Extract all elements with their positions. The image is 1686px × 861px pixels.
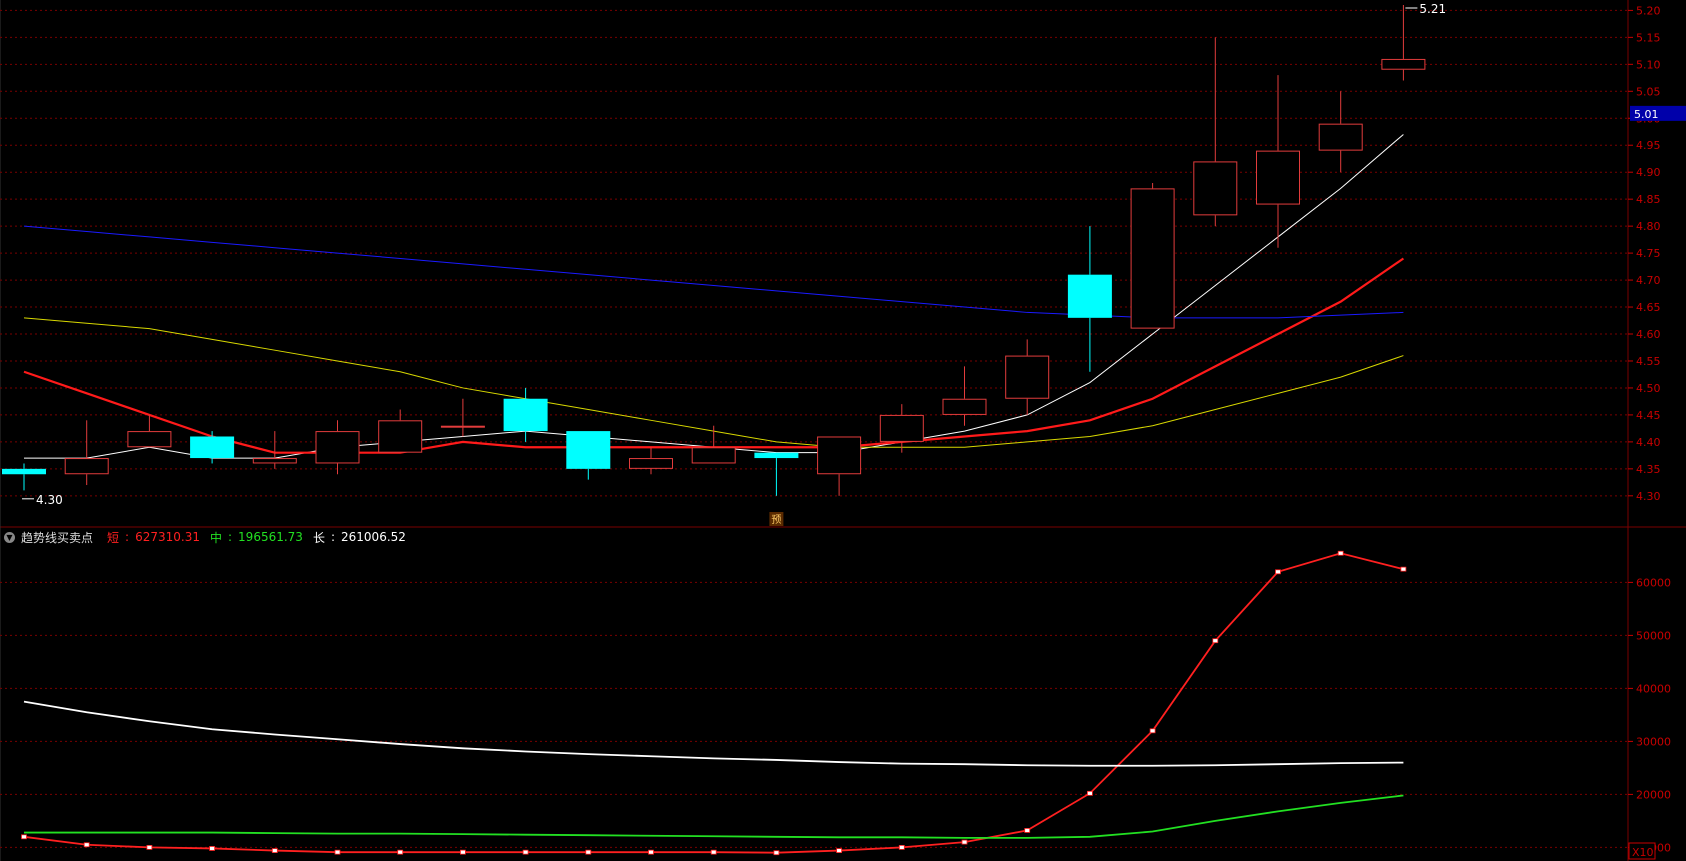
indicator-y-tick-label: 60000	[1636, 576, 1671, 589]
low-price-label: 4.30	[36, 493, 63, 507]
short-trend-point	[271, 848, 278, 853]
ma10-line	[23, 257, 1405, 454]
short-trend-point	[1212, 638, 1219, 644]
ma60-line	[23, 225, 1404, 319]
main-y-tick-label: 5.05	[1636, 85, 1661, 98]
candle-body-down	[566, 431, 611, 469]
candle-body-up	[378, 420, 423, 453]
main-y-tick-label: 5.20	[1636, 4, 1661, 17]
short-trend-point	[836, 848, 842, 853]
main-y-tick-label: 4.90	[1636, 166, 1661, 179]
mid-series-value: 196561.73	[238, 530, 303, 544]
scale-label: X10	[1632, 846, 1654, 859]
signal-marker-label: 预	[771, 514, 781, 526]
short-trend-point	[459, 849, 466, 855]
candle-body-down	[1067, 274, 1112, 318]
main-y-tick-label: 4.55	[1636, 355, 1661, 368]
indicator-title: 趋势线买卖点	[21, 530, 94, 545]
main-y-tick-label: 4.40	[1636, 436, 1661, 449]
current-price-label: 5.01	[1634, 108, 1659, 121]
short-trend-point	[1337, 550, 1344, 556]
candle-body-up	[879, 414, 924, 442]
candle-body-down	[190, 436, 235, 459]
candle-body-down	[2, 468, 46, 475]
main-y-tick-label: 4.45	[1636, 409, 1661, 422]
candle-body-up	[1318, 123, 1363, 151]
main-y-tick-label: 5.15	[1636, 31, 1661, 44]
main-y-tick-label: 4.65	[1636, 301, 1661, 314]
main-y-tick-label: 4.85	[1636, 193, 1661, 206]
indicator-y-tick-label: 30000	[1636, 735, 1671, 748]
short-trend-point	[710, 849, 717, 855]
candle-body-down	[754, 452, 799, 459]
short-trend-line	[23, 552, 1404, 854]
stock-chart: 4.30 4.35 4.40 4.45 4.50 4.55 4.60 4.65 4.70 4.75…	[0, 0, 1686, 861]
short-trend-point	[961, 839, 968, 845]
candle-body-up	[1130, 188, 1175, 329]
main-y-tick-label: 4.60	[1636, 328, 1661, 341]
short-trend-point	[146, 845, 153, 850]
main-y-tick-label: 5.10	[1636, 58, 1661, 71]
candle-body-up	[1005, 355, 1050, 399]
short-series-value: 627310.31	[135, 530, 200, 544]
candle-body-up	[1256, 150, 1300, 205]
short-series-label: 短	[107, 530, 120, 545]
candle-body-up	[691, 447, 736, 464]
short-trend-point	[898, 845, 905, 850]
short-trend-point	[334, 849, 341, 855]
long-series-value: 261006.52	[341, 530, 406, 544]
candle-body-up	[440, 425, 485, 428]
candle-body-up	[942, 398, 987, 415]
short-trend-point	[1087, 790, 1093, 796]
mid-trend-line	[24, 794, 1404, 839]
main-y-tick-label: 4.35	[1636, 463, 1661, 476]
long-series-label: 长	[312, 530, 325, 545]
collapse-chevron-icon[interactable]: ▼	[4, 531, 15, 543]
mid-series-label: 中	[209, 530, 222, 545]
candle-body-up	[1381, 58, 1426, 70]
indicator-legend: ▼ 趋势线买卖点 短: 627310.31 中: 196561.73 长: 26…	[4, 528, 406, 546]
main-y-tick-label: 4.30	[1636, 490, 1661, 503]
main-y-tick-label: 4.80	[1636, 220, 1661, 233]
indicator-y-tick-label: 40000	[1636, 682, 1671, 695]
long-trend-line	[23, 700, 1404, 767]
short-trend-point	[1024, 828, 1031, 833]
main-y-tick-label: 4.50	[1636, 382, 1661, 395]
candle-body-up	[252, 458, 297, 464]
candle-body-up	[127, 431, 172, 448]
short-trend-point	[21, 834, 27, 840]
candle-body-up	[64, 458, 109, 475]
short-trend-point	[1400, 566, 1407, 572]
short-trend-point	[83, 842, 90, 848]
short-trend-point	[209, 846, 216, 851]
candle-body-down	[503, 398, 548, 432]
main-y-tick-label: 4.95	[1636, 139, 1661, 152]
short-trend-point	[522, 849, 529, 855]
short-trend-point	[397, 849, 404, 855]
main-y-tick-label: 4.70	[1636, 274, 1661, 287]
short-trend-point	[1149, 728, 1156, 734]
high-price-label: 5.21	[1419, 2, 1446, 16]
candle-body-up	[315, 431, 360, 464]
candle-body-up	[629, 458, 673, 469]
indicator-y-tick-label: 50000	[1636, 629, 1671, 642]
short-trend-point	[773, 850, 780, 856]
indicator-y-tick-label: 20000	[1636, 788, 1671, 801]
main-y-tick-label: 4.75	[1636, 247, 1661, 260]
short-trend-point	[1275, 569, 1281, 575]
short-trend-point	[585, 849, 592, 855]
candle-body-up	[817, 436, 862, 475]
candle-body-up	[1193, 161, 1238, 216]
short-trend-point	[648, 849, 654, 855]
